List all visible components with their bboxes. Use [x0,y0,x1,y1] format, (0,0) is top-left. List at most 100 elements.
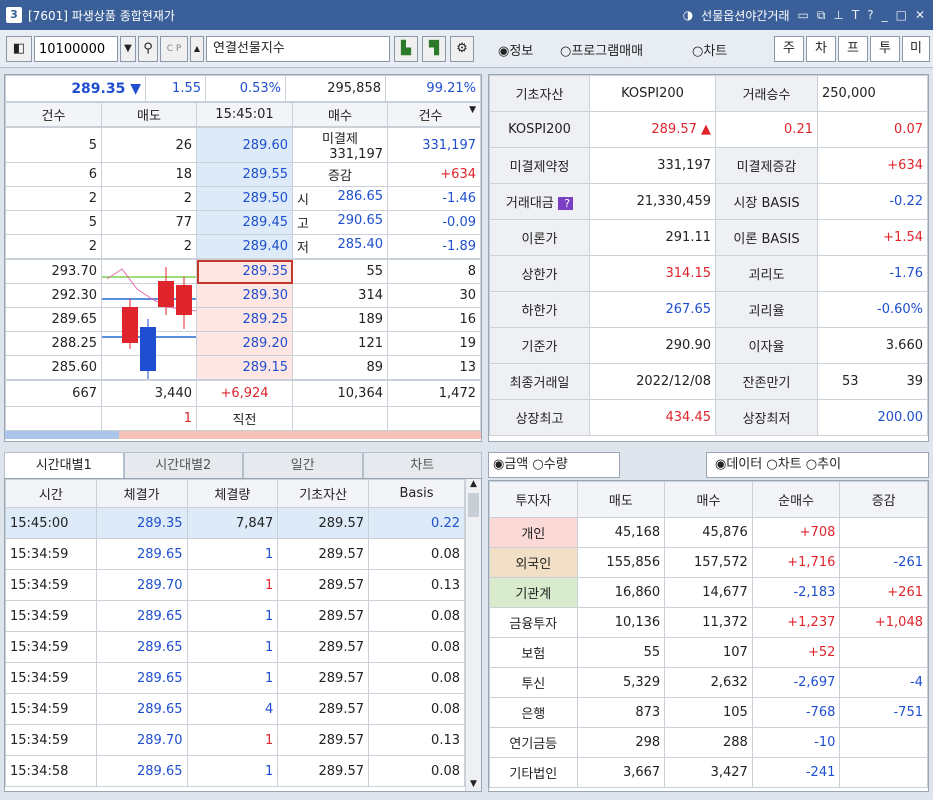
trade-row[interactable]: 15:34:59 289.65 1 289.57 0.08 [5,662,481,694]
investor-net: +1,237 [751,607,841,638]
window-copy-icon[interactable]: ⧉ [817,8,826,23]
tab-daily[interactable]: 일간 [243,452,363,478]
ask-total-qty: 3,440 [101,380,197,407]
trade-price: 289.65 [95,600,188,632]
btn-stock[interactable]: 주 [774,36,804,62]
search-icon[interactable]: ⚲ [138,36,158,62]
scroll-down-icon[interactable]: ▼ [466,779,481,789]
trade-time: 15:34:58 [5,755,97,787]
trade-row[interactable]: 15:34:59 289.70 1 289.57 0.13 [5,724,481,756]
tab-time1[interactable]: 시간대별1 [4,452,124,478]
bid-price[interactable]: 289.20 [196,331,293,356]
product-name-field[interactable]: 연결선물지수 [206,36,390,62]
trade-basis: 0.08 [368,600,465,632]
investor-row[interactable]: 외국인 155,856 157,572 +1,716 -261 [489,547,928,578]
trade-row[interactable]: 15:34:59 289.70 1 289.57 0.13 [5,569,481,601]
radio-data[interactable]: ◉데이터 [715,457,762,472]
investor-net: -768 [751,697,841,728]
btn-chart[interactable]: 차 [806,36,836,62]
trade-row[interactable]: 15:34:59 289.65 1 289.57 0.08 [5,600,481,632]
tab-time2[interactable]: 시간대별2 [123,452,243,478]
investor-row[interactable]: 기타법인 3,667 3,427 -241 [489,757,928,788]
trade-head-3: 기초자산 [277,479,369,508]
bid-price[interactable]: 289.25 [196,307,293,332]
investor-row[interactable]: 투신 5,329 2,632 -2,697 -4 [489,667,928,698]
investor-sell: 10,136 [576,607,666,638]
window-tile-icon[interactable]: ▭ [798,8,809,22]
minimize-icon[interactable]: _ [882,8,888,22]
qty-diff: +6,924 [196,380,293,407]
pin-icon[interactable]: ⊥ [833,8,843,22]
scroll-up-icon[interactable]: ▲ [466,479,481,489]
btn-program[interactable]: 프 [838,36,868,62]
investor-row[interactable]: 은행 873 105 -768 -751 [489,697,928,728]
spin-icon[interactable]: ▲ [190,36,204,62]
inv-head-1: 매도 [576,481,666,518]
cp-icon[interactable]: C P [160,36,188,62]
investor-sell: 873 [576,697,666,728]
investor-row[interactable]: 연기금등 298 288 -10 [489,727,928,758]
trade-underlying: 289.57 [277,693,369,725]
radio-quantity[interactable]: ○수량 [532,457,567,472]
layout1-icon[interactable]: ▙ [394,36,418,62]
trade-row[interactable]: 15:34:59 289.65 4 289.57 0.08 [5,693,481,725]
ask-price[interactable]: 289.60 [196,127,293,163]
font-icon[interactable]: T [852,8,859,22]
radio-info[interactable]: ◉정보 [498,40,533,59]
inv-head-3: 순매수 [751,481,841,518]
radio-inv-chart[interactable]: ○차트 [766,457,801,472]
ask-info-change: -1.89 [387,234,481,259]
investor-net: +708 [751,517,841,548]
trade-row[interactable]: 15:34:58 289.65 1 289.57 0.08 [5,755,481,787]
trade-basis: 0.08 [368,755,465,787]
radio-chart[interactable]: ○차트 [692,40,727,59]
ask-info-label: 증감 [292,162,388,187]
down-arrow-icon: ▼ [130,80,141,97]
bid-price[interactable]: 289.15 [196,355,293,380]
investor-row[interactable]: 개인 45,168 45,876 +708 [489,517,928,548]
info-value-7: 290.90 [589,327,716,364]
trade-qty: 1 [186,538,279,570]
btn-open-interest[interactable]: 미 [902,36,930,62]
investor-row[interactable]: 보험 55 107 +52 [489,637,928,668]
info-label2-7: 이자율 [715,327,818,364]
ask-count: 5 [5,210,102,235]
maximize-icon[interactable]: □ [896,8,907,22]
info-label-7: 기준가 [489,327,590,364]
scrollbar[interactable]: ▲ ▼ [465,479,481,791]
radio-program[interactable]: ○프로그램매매 [560,40,643,59]
investor-row[interactable]: 기관계 16,860 14,677 -2,183 +261 [489,577,928,608]
trade-row[interactable]: 15:34:59 289.65 1 289.57 0.08 [5,538,481,570]
ob-head-time: 15:45:01 [196,102,293,127]
radio-trend[interactable]: ○추이 [806,457,841,472]
gear-icon[interactable]: ⚙ [450,36,474,62]
code-input[interactable] [34,36,118,62]
ask-price[interactable]: 289.40 [196,234,293,259]
title-bar: 3 [7601] 파생상품 종합현재가 ◑ 선물옵션야간거래 ▭ ⧉ ⊥ T ?… [0,0,933,30]
layout2-icon[interactable]: ▜ [422,36,446,62]
investor-row[interactable]: 금융투자 10,136 11,372 +1,237 +1,048 [489,607,928,638]
ask-info-label: 고 290.65 [292,210,388,235]
bid-price[interactable]: 289.30 [196,283,293,308]
code-dropdown-icon[interactable]: ▼ [120,36,136,62]
info-label2-9: 상장최저 [715,399,818,436]
btn-investor[interactable]: 투 [870,36,900,62]
close-icon[interactable]: ✕ [915,8,925,22]
question-icon[interactable]: ? [557,197,574,210]
investor-change [839,517,928,548]
bid-qty: 55 [292,259,388,284]
trade-row[interactable]: 15:34:59 289.65 1 289.57 0.08 [5,631,481,663]
link-icon[interactable]: ◧ [6,36,32,62]
night-trading-label[interactable]: 선물옵션야간거래 [701,7,789,24]
investor-buy: 45,876 [664,517,753,548]
ask-price[interactable]: 289.45 [196,210,293,235]
help-icon[interactable]: ? [867,8,873,22]
ask-price[interactable]: 289.55 [196,162,293,187]
tab-chart[interactable]: 차트 [362,452,482,478]
bid-price[interactable]: 289.35 [196,259,293,284]
radio-amount[interactable]: ◉금액 [493,457,528,472]
scroll-thumb[interactable] [468,493,479,517]
investor-sell: 16,860 [576,577,666,608]
trade-row[interactable]: 15:45:00 289.35 7,847 289.57 0.22 [5,507,481,539]
ask-price[interactable]: 289.50 [196,186,293,211]
